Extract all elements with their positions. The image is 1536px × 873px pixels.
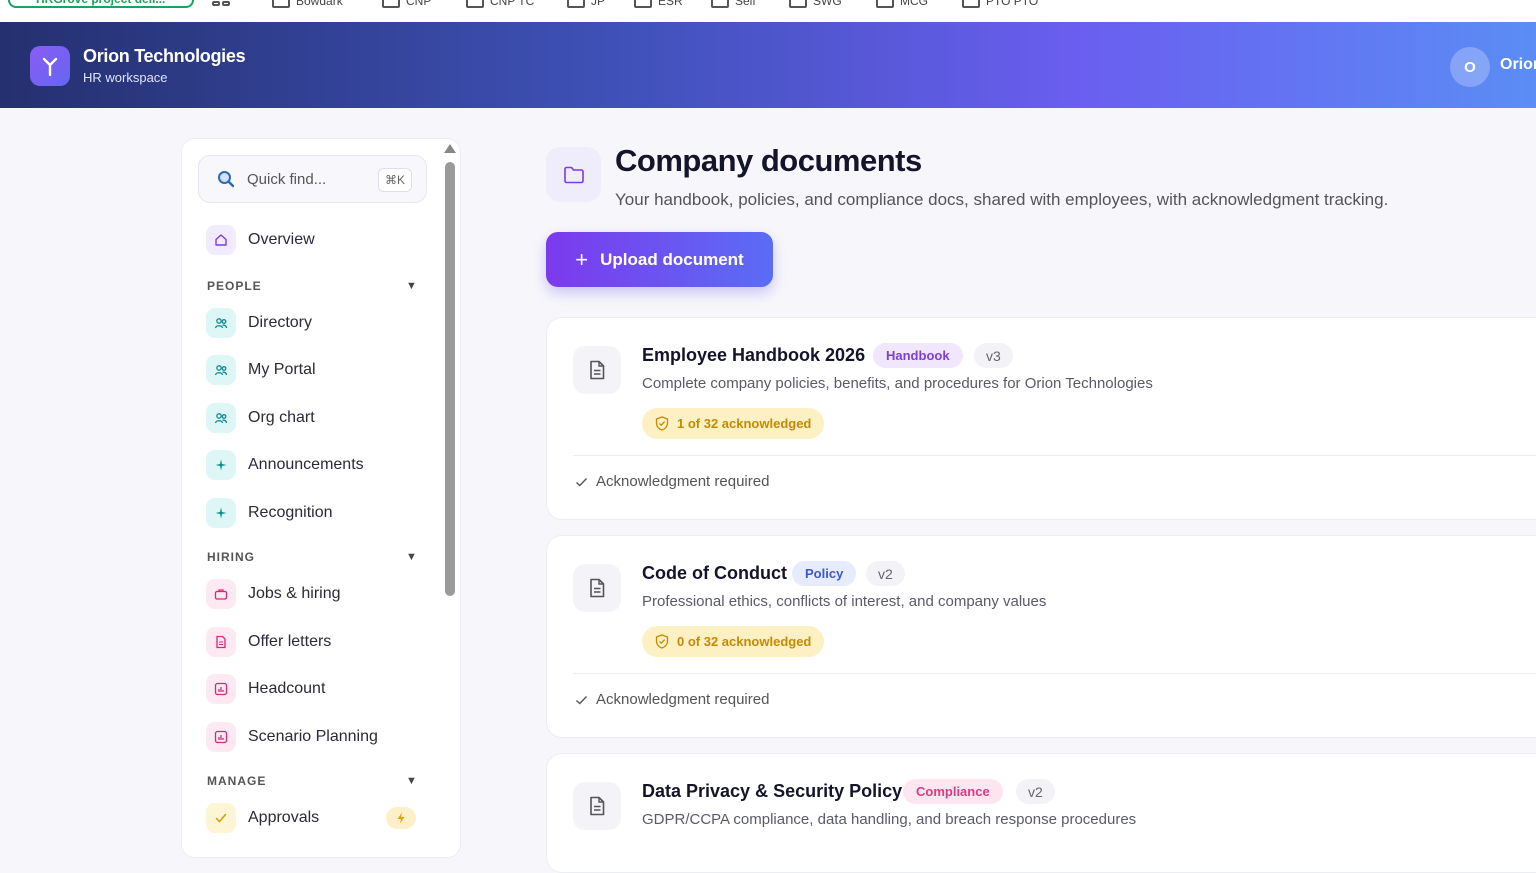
acknowledgment-badge[interactable]: 0 of 32 acknowledged [642,626,825,657]
folder-icon [466,0,484,8]
brand-name: Orion Technologies [83,46,246,66]
acknowledgment-required: Acknowledgment required [575,691,769,708]
section-label-hiring: HIRING [207,550,255,564]
file-text-icon [573,782,621,830]
page-title: Company documents [615,143,922,178]
bookmark-folder[interactable]: CNP [382,0,431,10]
sidebar-item-recognition[interactable]: Recognition [206,497,333,529]
users-icon [206,308,236,338]
folder-icon [382,0,400,8]
sidebar-item-approvals[interactable]: Approvals [206,802,319,834]
folder-icon [789,0,807,8]
bookmark-folder[interactable]: JP [567,0,605,10]
home-icon [206,225,236,255]
bookmark-folder[interactable]: SWG [789,0,842,10]
category-badge: Policy [792,561,857,586]
folder-icon [634,0,652,8]
version-badge: v2 [1016,779,1055,804]
version-badge: v2 [866,561,905,586]
check-icon [576,477,588,486]
folder-icon [546,147,601,202]
scroll-up-arrow[interactable] [444,144,456,153]
file-icon [206,627,236,657]
bookmark-folder[interactable]: Self [711,0,756,10]
section-label-people: PEOPLE [207,279,262,293]
folder-icon [876,0,894,8]
document-title[interactable]: Employee Handbook 2026 [642,345,865,366]
document-title[interactable]: Code of Conduct [642,563,787,584]
shortcut-badge: ⌘K [378,168,412,192]
sidebar: Quick find... ⌘K Overview PEOPLE ▼ Direc… [181,138,461,858]
search-input[interactable]: Quick find... ⌘K [198,155,427,203]
document-card[interactable]: Data Privacy & Security Policy Complianc… [546,753,1536,873]
sidebar-item-headcount[interactable]: Headcount [206,673,325,705]
check-icon [576,695,588,704]
bookmark-folder[interactable]: CNP TC [466,0,534,10]
file-text-icon [573,346,621,394]
folder-icon [962,0,980,8]
version-badge: v3 [974,343,1013,368]
sidebar-item-overview[interactable]: Overview [206,224,315,256]
document-description: Complete company policies, benefits, and… [642,375,1153,392]
document-card[interactable]: Employee Handbook 2026 Handbook v3 Compl… [546,317,1536,520]
user-name[interactable]: Orion [1500,56,1536,74]
plus-icon: + [575,246,589,272]
acknowledgment-badge[interactable]: 1 of 32 acknowledged [642,408,825,439]
upload-document-button[interactable]: + Upload document [546,232,773,287]
users-icon [206,355,236,385]
divider [573,455,1536,456]
sidebar-item-org-chart[interactable]: Org chart [206,402,315,434]
page-subtitle: Your handbook, policies, and compliance … [615,190,1389,209]
app-header: Orion Technologies HR workspace O Orion [0,22,1536,108]
section-label-manage: MANAGE [207,774,267,788]
lightning-icon [386,807,416,829]
sidebar-item-my-portal[interactable]: My Portal [206,354,316,386]
briefcase-icon [206,579,236,609]
bar-chart-icon [206,674,236,704]
tree-logo-icon [42,57,58,77]
document-title[interactable]: Data Privacy & Security Policy [642,781,902,802]
bookmark-pill[interactable]: HRGrove project deli... [8,0,194,8]
category-badge: Handbook [873,343,963,368]
folder-icon [272,0,290,8]
document-description: GDPR/CCPA compliance, data handling, and… [642,811,1137,828]
divider [573,673,1536,674]
brand-logo[interactable] [30,46,70,86]
bookmarks-bar: HRGrove project deli... Bowdark CNP CNP … [0,0,1536,22]
bookmark-folder[interactable]: Bowdark [272,0,343,10]
sparkle-icon [206,498,236,528]
bar-chart-icon [206,722,236,752]
folder-icon [711,0,729,8]
apps-grid-icon[interactable] [212,0,230,6]
sidebar-item-offer-letters[interactable]: Offer letters [206,626,331,658]
chevron-down-icon[interactable]: ▼ [406,280,417,292]
sidebar-item-announcements[interactable]: Announcements [206,449,364,481]
chevron-down-icon[interactable]: ▼ [406,775,417,787]
chevron-down-icon[interactable]: ▼ [406,551,417,563]
sparkle-icon [206,450,236,480]
shield-check-icon [655,416,669,431]
shield-check-icon [655,634,669,649]
sidebar-item-jobs[interactable]: Jobs & hiring [206,578,341,610]
folder-icon [567,0,585,8]
search-placeholder: Quick find... [247,170,327,188]
bookmark-folder[interactable]: ESR [634,0,683,10]
document-description: Professional ethics, conflicts of intere… [642,593,1047,610]
acknowledgment-required: Acknowledgment required [575,473,769,490]
bookmark-folder[interactable]: PTO PTO [962,0,1038,10]
document-card[interactable]: Code of Conduct Policy v2 Professional e… [546,535,1536,738]
scroll-thumb[interactable] [445,162,455,596]
users-icon [206,403,236,433]
bookmark-folder[interactable]: MCG [876,0,928,10]
sidebar-item-directory[interactable]: Directory [206,307,312,339]
brand-subtitle: HR workspace [83,70,168,85]
file-text-icon [573,564,621,612]
search-icon [218,171,235,188]
avatar[interactable]: O [1450,47,1490,87]
check-icon [206,803,236,833]
sidebar-scrollbar[interactable] [444,144,456,834]
category-badge: Compliance [903,779,1003,804]
sidebar-item-scenario-planning[interactable]: Scenario Planning [206,721,378,753]
